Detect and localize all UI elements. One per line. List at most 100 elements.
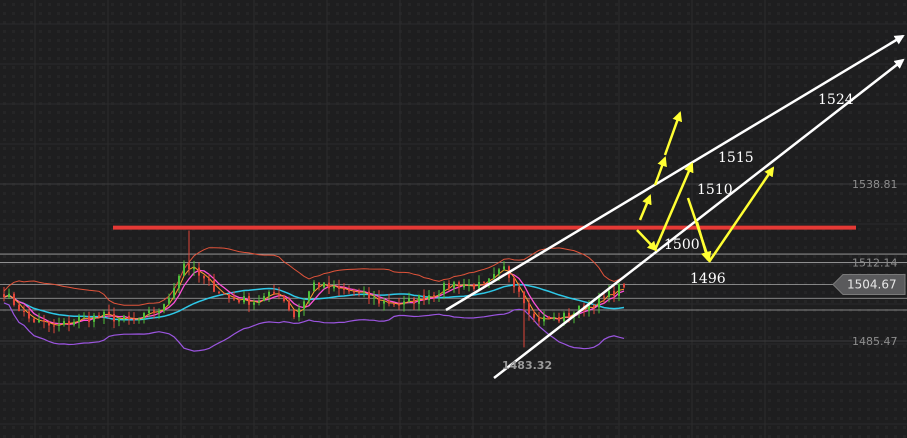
candle-body [413, 298, 415, 304]
candle-body [513, 277, 515, 288]
candle-body [58, 324, 60, 326]
candle-body [253, 302, 255, 305]
candle-body [198, 267, 200, 276]
candle-body [528, 303, 530, 314]
candle-body [298, 308, 300, 318]
candle-body [238, 299, 240, 303]
level-label: 1515 [718, 150, 754, 166]
candle-body [33, 318, 35, 323]
candle-body [78, 316, 80, 322]
candle-body [538, 317, 540, 322]
candle-body [603, 296, 605, 298]
candle-body [543, 316, 545, 322]
candle-body [558, 317, 560, 322]
candle-body [268, 291, 270, 297]
candle-body [158, 311, 160, 314]
candle-body [258, 300, 260, 303]
candle-body [113, 313, 115, 322]
candle-body [183, 263, 185, 276]
candle-body [428, 295, 430, 301]
candle-body [3, 294, 5, 298]
candle-body [368, 291, 370, 299]
level-label: 1496 [690, 271, 726, 287]
resistance-label: 1524 [818, 92, 854, 108]
candle-body [108, 311, 110, 314]
candle-body [288, 301, 290, 311]
candle-body [433, 295, 435, 297]
current-price-tag: 1504.67 [832, 273, 906, 295]
candle-body [348, 289, 350, 292]
map-texture [0, 0, 907, 438]
candle-body [328, 282, 330, 289]
y-tick-label: 1485.47 [852, 335, 898, 348]
candle-body [343, 288, 345, 290]
candle-body [73, 321, 75, 325]
period-low-label: 1483.32 [502, 359, 552, 372]
candle-body [203, 275, 205, 279]
candle-body [623, 284, 625, 288]
price-chart: 1538.81 1512.14 1485.47 1504.67 1483.32 … [0, 0, 907, 438]
candle-body [63, 321, 65, 325]
candle-body [53, 325, 55, 327]
candle-body [133, 319, 135, 321]
candle-body [273, 291, 275, 294]
candle-body [43, 319, 45, 322]
candle-body [593, 304, 595, 308]
candle-body [248, 296, 250, 305]
candle-body [473, 284, 475, 289]
candle-body [213, 280, 215, 292]
candle-body [518, 287, 520, 292]
candle-body [463, 284, 465, 288]
candle-body [523, 291, 525, 304]
level-label: 1510 [697, 182, 733, 198]
candle-body [568, 312, 570, 317]
candle-body [13, 293, 15, 305]
candle-body [478, 281, 480, 289]
candle-body [228, 294, 230, 299]
candle-body [23, 310, 25, 312]
candle-body [188, 263, 190, 270]
candle-body [118, 318, 120, 322]
candle-body [498, 269, 500, 275]
candle-body [48, 321, 50, 326]
candle-body [168, 297, 170, 304]
candle-body [388, 300, 390, 304]
candle-body [618, 284, 620, 296]
candle-body [263, 296, 265, 301]
candle-body [488, 278, 490, 283]
candle-body [338, 285, 340, 289]
candle-body [163, 303, 165, 312]
candle-body [208, 278, 210, 281]
candle-body [8, 293, 10, 298]
candle-body [223, 293, 225, 295]
candle-body [403, 301, 405, 305]
candle-body [563, 312, 565, 322]
candle-body [548, 316, 550, 319]
candle-body [278, 293, 280, 296]
candle-body [153, 310, 155, 314]
candle-body [503, 266, 505, 270]
candle-body [93, 315, 95, 322]
candle-body [423, 295, 425, 301]
candle-body [453, 282, 455, 289]
candle-body [83, 316, 85, 318]
candle-body [68, 321, 70, 325]
candle-body [443, 283, 445, 295]
candle-body [393, 303, 395, 305]
chart-container: 1538.81 1512.14 1485.47 1504.67 1483.32 … [0, 0, 907, 438]
candle-body [398, 304, 400, 306]
candle-body [468, 284, 470, 286]
candle-body [138, 318, 140, 321]
candle-body [318, 282, 320, 288]
candle-body [333, 285, 335, 289]
candle-body [483, 281, 485, 283]
candle-body [363, 291, 365, 293]
candle-body [98, 315, 100, 317]
candle-body [143, 312, 145, 319]
candle-body [383, 300, 385, 304]
candle-body [408, 298, 410, 302]
y-tick-label: 1512.14 [852, 257, 898, 270]
candle-body [148, 310, 150, 313]
candle-body [28, 311, 30, 319]
candle-body [243, 296, 245, 303]
